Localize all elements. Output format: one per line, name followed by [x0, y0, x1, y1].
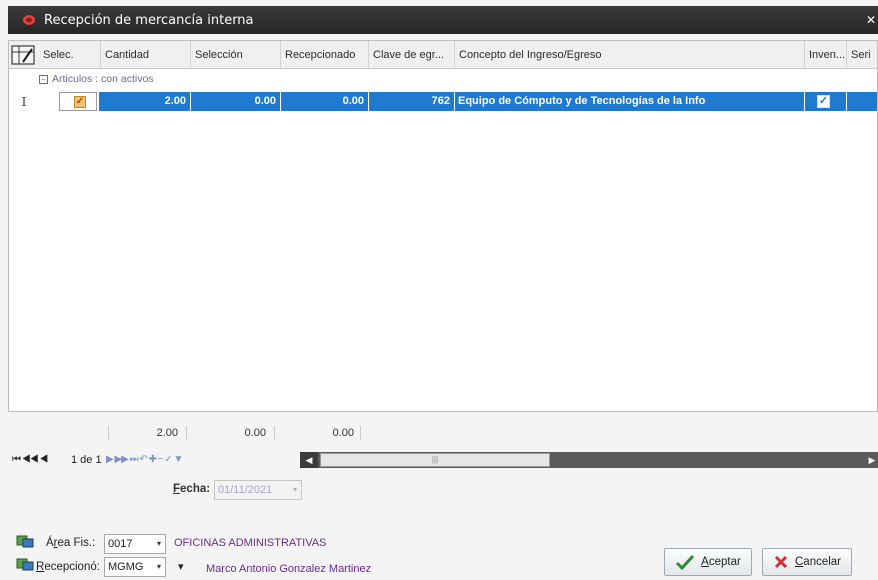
nav-first-prev-icons[interactable]: ⏮ ◀◀ ◀	[12, 452, 48, 468]
row-indicator: I	[21, 95, 27, 109]
totals-row: 2.00 0.00 0.00	[8, 414, 878, 450]
fecha-label: Fecha:	[173, 483, 211, 495]
column-header-seleccion[interactable]: Selección	[191, 41, 281, 69]
check-icon	[676, 554, 695, 570]
nav-page-label: 1 de 1	[71, 454, 102, 466]
window-title: Recepción de mercancía interna	[44, 12, 254, 28]
reception-window: Recepción de mercancía interna ✕ Selec. …	[0, 0, 878, 580]
collapse-icon[interactable]: −	[39, 74, 48, 84]
recepciono-code: MGMG	[108, 561, 144, 573]
recepciono-name: Marco Antonio Gonzalez Martinez	[206, 563, 372, 575]
area-dropdown-icon[interactable]: ▾	[157, 535, 161, 553]
scroll-left-icon[interactable]: ◀	[300, 452, 318, 468]
recepciono-dropdown-icon[interactable]: ▾	[157, 558, 161, 576]
aceptar-label: Aceptar	[701, 556, 741, 568]
area-code: 0017	[108, 538, 133, 550]
area-label: Área Fis.:	[46, 537, 96, 549]
column-header-clave[interactable]: Clave de egr...	[369, 41, 455, 69]
column-header-selec[interactable]: Selec.	[39, 41, 101, 69]
aceptar-button[interactable]: Aceptar	[664, 548, 752, 576]
cell-clave[interactable]: 762	[369, 92, 455, 111]
title-bar[interactable]: Recepción de mercancía interna ✕	[8, 6, 878, 34]
group-row[interactable]: − Articulos : con activos	[39, 71, 154, 87]
column-header-cantidad[interactable]: Cantidad	[101, 41, 191, 69]
footer-divider	[360, 426, 361, 440]
footer-divider	[186, 426, 187, 440]
footer-divider	[108, 426, 109, 440]
cancel-icon	[774, 555, 788, 569]
cell-seleccion[interactable]: 0.00	[191, 92, 281, 111]
recepciono-code-field[interactable]: MGMG ▾	[104, 557, 166, 577]
close-icon[interactable]: ✕	[866, 13, 876, 27]
cancelar-button[interactable]: Cancelar	[762, 548, 852, 576]
column-header-serie[interactable]: Seri	[847, 41, 877, 69]
fecha-field[interactable]: 01/11/2021 ▾	[214, 480, 302, 500]
filter-icon[interactable]: ▾	[178, 560, 184, 573]
column-header-concepto[interactable]: Concepto del Ingreso/Egreso	[455, 41, 805, 69]
cell-concepto[interactable]: Equipo de Cómputo y de Tecnologías de la…	[455, 92, 805, 111]
recepciono-lookup-icon[interactable]	[16, 557, 34, 571]
fecha-dropdown-icon[interactable]: ▾	[293, 481, 297, 499]
grid-header: Selec. Cantidad Selección Recepcionado C…	[9, 41, 877, 69]
recepciono-label: Recepcionó:	[36, 561, 100, 573]
row-select-checkbox[interactable]: ✓	[74, 96, 86, 108]
cell-serie[interactable]	[847, 92, 877, 111]
footer-divider	[274, 426, 275, 440]
area-lookup-icon[interactable]	[16, 534, 34, 548]
total-seleccion: 0.00	[244, 427, 266, 439]
column-header-recepcionado[interactable]: Recepcionado	[281, 41, 369, 69]
record-navigator: ⏮ ◀◀ ◀ 1 de 1 ▶ ▶▶ ⏭ ↶ ✚ − ✓ ▼ ◀ ||| ▶	[8, 452, 878, 468]
app-icon	[23, 15, 35, 25]
column-header-inventario[interactable]: Inven...	[805, 41, 847, 69]
fecha-value: 01/11/2021	[218, 484, 273, 496]
total-cantidad: 2.00	[156, 427, 178, 439]
cell-cantidad[interactable]: 2.00	[99, 92, 191, 111]
area-name: OFICINAS ADMINISTRATIVAS	[174, 537, 327, 549]
inventario-checkbox[interactable]: ✓	[817, 95, 830, 108]
horizontal-scrollbar[interactable]: ◀ ||| ▶	[300, 452, 878, 468]
items-grid: Selec. Cantidad Selección Recepcionado C…	[8, 40, 878, 412]
cell-inventario[interactable]: ✓	[805, 92, 847, 111]
area-code-field[interactable]: 0017 ▾	[104, 534, 166, 554]
scroll-thumb[interactable]: |||	[320, 453, 550, 467]
row-select-cell[interactable]: ✓	[59, 92, 97, 111]
total-recepcionado: 0.00	[332, 427, 354, 439]
column-chooser-icon[interactable]	[11, 45, 37, 65]
cell-recepcionado[interactable]: 0.00	[281, 92, 369, 111]
cancelar-label: Cancelar	[794, 556, 842, 568]
nav-next-last-icons[interactable]: ▶ ▶▶ ⏭ ↶ ✚ − ✓ ▼	[106, 452, 183, 468]
scroll-right-icon[interactable]: ▶	[866, 452, 878, 468]
group-label: Articulos : con activos	[52, 73, 154, 85]
